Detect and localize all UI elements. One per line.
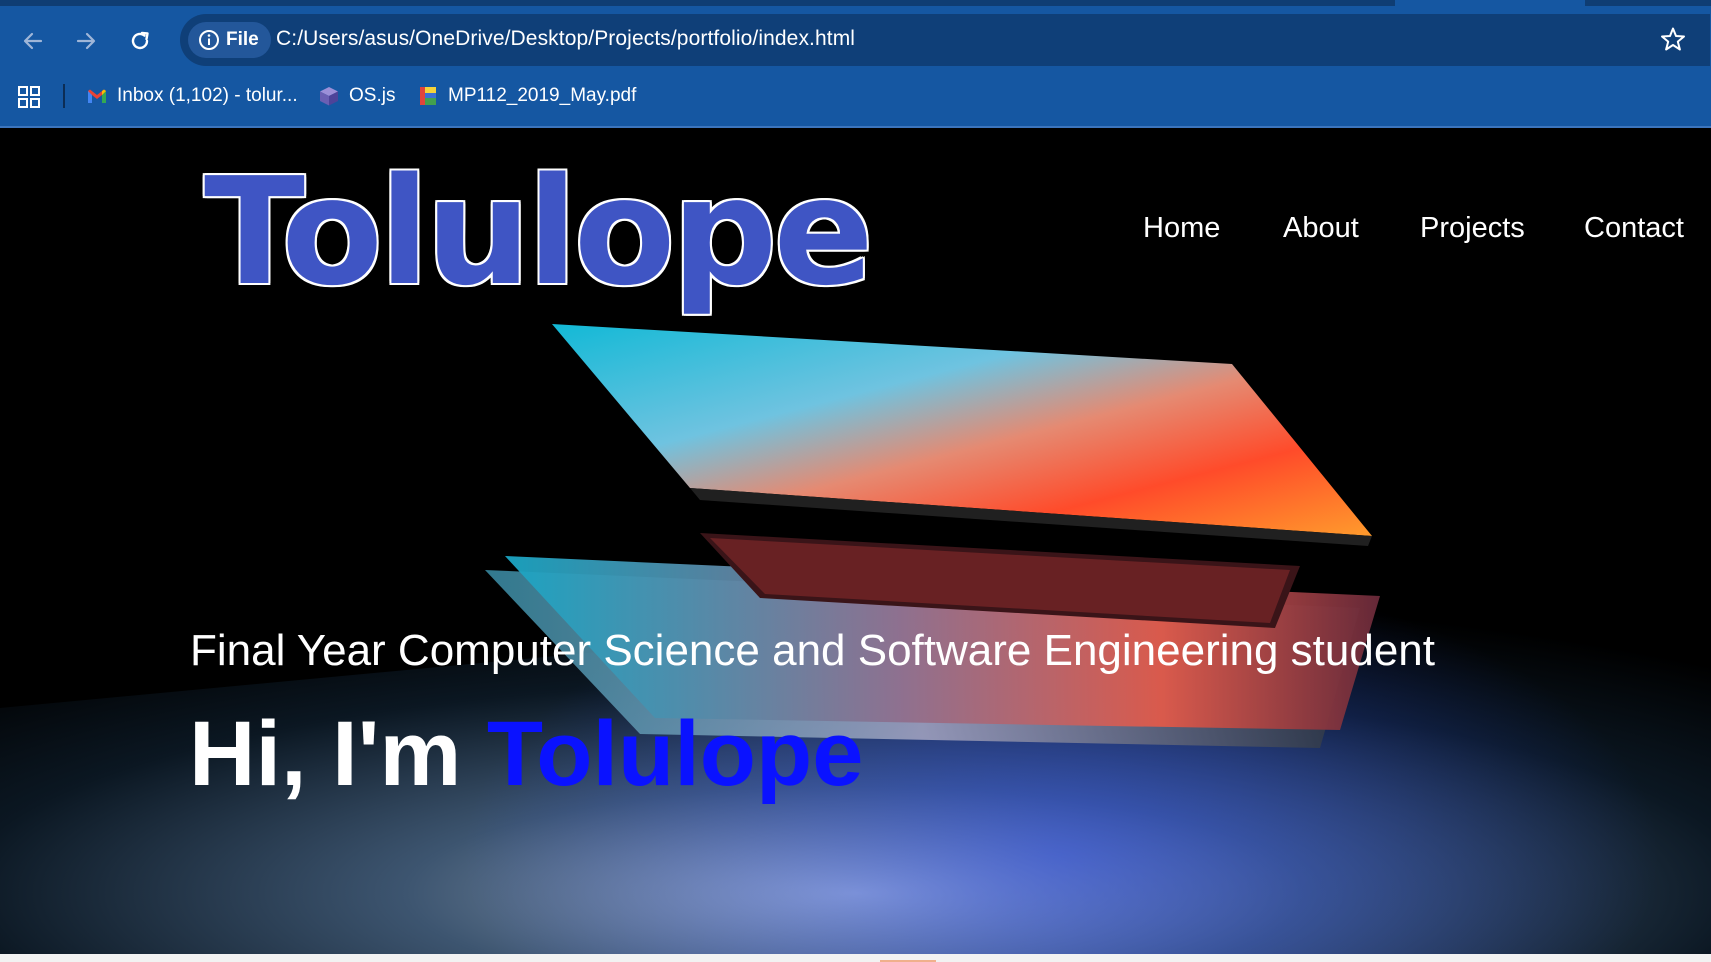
- info-icon: [199, 30, 219, 50]
- greeting-prefix: Hi, I'm: [189, 703, 487, 805]
- bookmarks-bar: Inbox (1,102) - tolur... OS.js MP112_201…: [0, 76, 1711, 116]
- star-icon: [1661, 27, 1685, 51]
- back-button[interactable]: [14, 22, 52, 60]
- site-logo[interactable]: Tolulope: [204, 158, 874, 306]
- portfolio-page: Tolulope Home About Projects Contact Fin…: [0, 128, 1711, 954]
- tab-strip: [0, 0, 1711, 6]
- apps-grid-icon: [18, 86, 40, 108]
- pdf-file-icon: [420, 87, 436, 105]
- page-bottom-edge: [0, 954, 1711, 962]
- nav-home[interactable]: Home: [1143, 212, 1220, 245]
- address-bar[interactable]: File C:/Users/asus/OneDrive/Desktop/Proj…: [180, 14, 1710, 66]
- gmail-icon: [88, 89, 106, 103]
- apps-button[interactable]: [16, 84, 42, 110]
- bookmark-osjs[interactable]: OS.js: [318, 80, 395, 112]
- bookmark-label: Inbox (1,102) - tolur...: [117, 85, 298, 106]
- bookmark-pdf[interactable]: MP112_2019_May.pdf: [417, 80, 636, 112]
- nav-about[interactable]: About: [1283, 212, 1359, 245]
- reload-button[interactable]: [121, 22, 159, 60]
- hero-subtitle: Final Year Computer Science and Software…: [190, 626, 1435, 675]
- greeting-name: Tolulope: [486, 703, 864, 805]
- hero-greeting: Hi, I'm Tolulope: [189, 703, 864, 805]
- forward-arrow-icon: [76, 32, 96, 50]
- browser-toolbar: File C:/Users/asus/OneDrive/Desktop/Proj…: [0, 0, 1711, 128]
- bookmark-star-button[interactable]: [1658, 24, 1688, 54]
- active-tab-edge[interactable]: [1395, 0, 1585, 6]
- back-arrow-icon: [23, 32, 43, 50]
- bookmark-inbox[interactable]: Inbox (1,102) - tolur...: [86, 80, 298, 112]
- site-info-chip[interactable]: File: [188, 22, 271, 58]
- cube-icon: [320, 87, 338, 106]
- reload-icon: [131, 31, 149, 50]
- url-text[interactable]: C:/Users/asus/OneDrive/Desktop/Projects/…: [276, 27, 855, 51]
- bookmark-label: MP112_2019_May.pdf: [448, 85, 637, 106]
- bookmark-label: OS.js: [349, 85, 396, 106]
- forward-button[interactable]: [67, 22, 105, 60]
- site-chip-label: File: [226, 29, 259, 50]
- nav-contact[interactable]: Contact: [1584, 212, 1684, 245]
- bookmarks-divider: [63, 84, 65, 108]
- nav-projects[interactable]: Projects: [1420, 212, 1525, 245]
